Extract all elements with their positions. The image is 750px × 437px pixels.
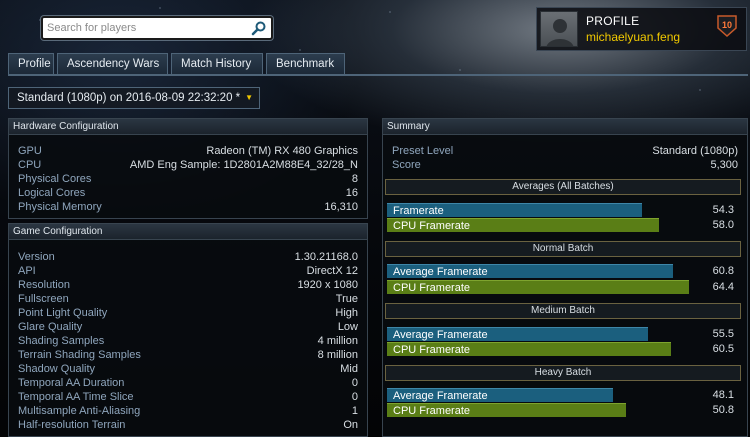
hardware-row-cpu: CPU AMD Eng Sample: 1D2801A2M88E4_32/28_N <box>18 159 358 171</box>
bar-value: 64.4 <box>712 281 734 293</box>
bar-label: Average Framerate <box>393 390 488 402</box>
summary-row-score: Score 5,300 <box>392 159 738 171</box>
tab-ascendency-wars[interactable]: Ascendency Wars <box>57 53 168 75</box>
game-row-version: Version 1.30.21168.0 <box>18 251 358 263</box>
profile-username[interactable]: michaelyuan.feng <box>586 30 680 44</box>
cpu-framerate-bar: CPU Framerate <box>387 280 689 294</box>
bar-row: Average Framerate 55.5 <box>387 327 741 341</box>
player-search-box[interactable] <box>41 16 273 40</box>
bar-value: 55.5 <box>712 328 734 340</box>
bar-value: 60.5 <box>712 343 734 355</box>
batch-header-heavy: Heavy Batch <box>385 365 741 381</box>
game-row-shading-samples: Shading Samples 4 million <box>18 335 358 347</box>
cpu-framerate-bar: CPU Framerate <box>387 342 671 356</box>
chevron-down-icon: ▼ <box>245 93 253 102</box>
tab-bar: Profile Ascendency Wars Match History Be… <box>8 53 345 75</box>
hardware-configuration-panel: Hardware Configuration GPU Radeon (TM) RX… <box>8 118 368 219</box>
profile-card[interactable]: PROFILE michaelyuan.feng 10 <box>536 7 747 51</box>
game-configuration-panel: Game Configuration Version 1.30.21168.0 A… <box>8 223 368 437</box>
avatar[interactable] <box>540 11 578 47</box>
bar-label: CPU Framerate <box>393 220 471 232</box>
bar-label: Framerate <box>393 205 444 217</box>
user-silhouette-icon <box>546 19 574 46</box>
cpu-framerate-bar: CPU Framerate <box>387 403 626 417</box>
profile-heading: PROFILE <box>586 14 640 28</box>
bar-row: Framerate 54.3 <box>387 203 741 217</box>
bar-value: 48.1 <box>712 389 734 401</box>
search-icon[interactable] <box>251 20 267 36</box>
game-row-half-resolution-terrain: Half-resolution Terrain On <box>18 419 358 431</box>
game-row-shadow-quality: Shadow Quality Mid <box>18 363 358 375</box>
game-row-point-light-quality: Point Light Quality High <box>18 307 358 319</box>
game-row-temporal-aa-time-slice: Temporal AA Time Slice 0 <box>18 391 358 403</box>
hardware-row-physical-memory: Physical Memory 16,310 <box>18 201 358 213</box>
cpu-framerate-bar: CPU Framerate <box>387 218 659 232</box>
bar-row: CPU Framerate 64.4 <box>387 280 741 294</box>
tab-match-history[interactable]: Match History <box>171 53 263 75</box>
bar-row: CPU Framerate 50.8 <box>387 403 741 417</box>
panel-title: Game Configuration <box>9 224 367 240</box>
bar-label: Average Framerate <box>393 266 488 278</box>
game-row-temporal-aa-duration: Temporal AA Duration 0 <box>18 377 358 389</box>
summary-row-preset-level: Preset Level Standard (1080p) <box>392 145 738 157</box>
bar-label: CPU Framerate <box>393 344 471 356</box>
search-input[interactable] <box>47 20 247 36</box>
game-row-multisample-anti-aliasing: Multisample Anti-Aliasing 1 <box>18 405 358 417</box>
panel-title: Summary <box>383 119 747 135</box>
hardware-row-gpu: GPU Radeon (TM) RX 480 Graphics <box>18 145 358 157</box>
batch-header-normal: Normal Batch <box>385 241 741 257</box>
bar-value: 50.8 <box>712 404 734 416</box>
average-framerate-bar: Average Framerate <box>387 388 613 402</box>
bar-value: 54.3 <box>712 204 734 216</box>
bar-label: Average Framerate <box>393 329 488 341</box>
bar-label: CPU Framerate <box>393 282 471 294</box>
rank-value: 10 <box>721 20 732 30</box>
game-row-fullscreen: Fullscreen True <box>18 293 358 305</box>
panel-title: Hardware Configuration <box>9 119 367 135</box>
hardware-row-logical-cores: Logical Cores 16 <box>18 187 358 199</box>
average-framerate-bar: Average Framerate <box>387 327 648 341</box>
bar-row: CPU Framerate 60.5 <box>387 342 741 356</box>
game-row-api: API DirectX 12 <box>18 265 358 277</box>
bar-value: 60.8 <box>712 265 734 277</box>
tab-profile[interactable]: Profile <box>8 53 54 75</box>
bar-row: Average Framerate 60.8 <box>387 264 741 278</box>
game-row-glare-quality: Glare Quality Low <box>18 321 358 333</box>
bar-label: CPU Framerate <box>393 405 471 417</box>
tab-benchmark[interactable]: Benchmark <box>266 53 345 75</box>
hardware-row-physical-cores: Physical Cores 8 <box>18 173 358 185</box>
game-row-resolution: Resolution 1920 x 1080 <box>18 279 358 291</box>
rank-badge: 10 <box>716 14 738 38</box>
framerate-bar: Framerate <box>387 203 642 217</box>
tab-divider <box>8 74 748 76</box>
bar-row: Average Framerate 48.1 <box>387 388 741 402</box>
bar-value: 58.0 <box>712 219 734 231</box>
bar-row: CPU Framerate 58.0 <box>387 218 741 232</box>
average-framerate-bar: Average Framerate <box>387 264 673 278</box>
benchmark-run-dropdown[interactable]: Standard (1080p) on 2016-08-09 22:32:20 … <box>8 87 260 109</box>
batch-header-averages: Averages (All Batches) <box>385 179 741 195</box>
game-row-terrain-shading-samples: Terrain Shading Samples 8 million <box>18 349 358 361</box>
benchmark-run-value: Standard (1080p) on 2016-08-09 22:32:20 … <box>17 92 241 104</box>
batch-header-medium: Medium Batch <box>385 303 741 319</box>
